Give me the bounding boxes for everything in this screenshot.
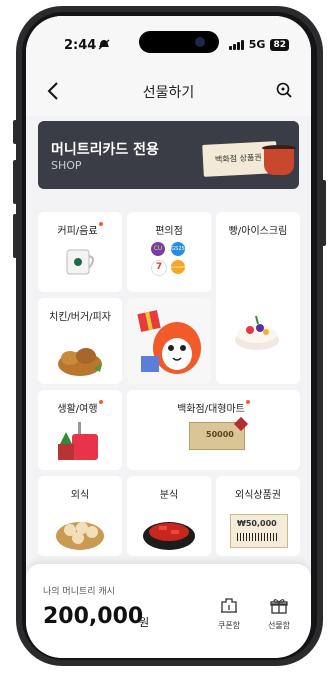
search-icon[interactable]: [275, 81, 293, 99]
phone-side-button: [13, 214, 17, 258]
category-dining-voucher[interactable]: 외식상품권 ₩50,000: [216, 476, 300, 556]
category-label: 백화점/대형마트: [177, 404, 245, 415]
barcode-icon: [237, 533, 279, 541]
category-label: 편의점: [155, 226, 183, 237]
category-label: 외식상품권: [235, 490, 281, 501]
cu-logo: CU: [151, 242, 165, 256]
coupon-box-button[interactable]: 쿠폰함: [209, 598, 249, 631]
gift-box-button[interactable]: 선물함: [259, 598, 299, 631]
emart24-logo: e-mart24: [171, 260, 185, 274]
cash-label: 나의 머니트리 캐시: [43, 587, 115, 597]
category-label: 커피/음료: [57, 226, 98, 237]
battery-icon: 82: [270, 38, 289, 51]
new-badge: [245, 400, 250, 404]
phone-side-button: [13, 120, 17, 144]
gift-box-label: 선물함: [267, 621, 291, 630]
category-snack[interactable]: 분식: [127, 476, 211, 556]
sleep-mode-icon: [98, 39, 110, 50]
category-lifestyle[interactable]: 생활/여행: [38, 390, 122, 470]
coupon-icon: [221, 598, 237, 613]
status-time: 2:44: [64, 38, 97, 53]
status-bar: 2:44 5G 82: [26, 16, 311, 66]
gift-voucher-image: 50000: [189, 416, 249, 450]
gift-icon: [270, 599, 288, 614]
new-badge: [98, 400, 103, 404]
category-label: 외식: [70, 490, 90, 501]
category-label: 빵/아이스크림: [228, 226, 288, 237]
category-label: 치킨/버거/피자: [49, 312, 111, 323]
mascot-gift-illustration: [137, 310, 201, 374]
dumplings-icon: [56, 522, 104, 550]
seven-eleven-logo: 7: [151, 260, 167, 276]
banner-subtitle: SHOP: [51, 159, 82, 172]
coffee-cup-image: [264, 149, 294, 175]
coupon-box-label: 쿠폰함: [217, 621, 241, 630]
phone-side-button: [13, 160, 17, 204]
camera-icon: [195, 37, 205, 47]
tteokbokki-icon: [143, 522, 195, 550]
category-label: 생활/여행: [57, 404, 98, 415]
header: 선물하기: [26, 66, 311, 116]
category-convenience[interactable]: 편의점 CU GS25 7 e-mart24: [127, 212, 211, 292]
new-badge: [98, 222, 103, 226]
suitcase-icon: [58, 422, 98, 460]
category-chicken[interactable]: 치킨/버거/피자: [38, 298, 122, 384]
voucher-amount: ₩50,000: [237, 519, 277, 528]
category-department[interactable]: 백화점/대형마트 50000: [127, 390, 300, 470]
category-dining[interactable]: 외식: [38, 476, 122, 556]
cash-amount: 200,000: [43, 604, 144, 629]
dining-voucher-image: ₩50,000: [230, 514, 288, 548]
voucher-amount: 50000: [206, 430, 234, 439]
screen: 2:44 5G 82 선물하기 머니트리카드 전용 SHOP 백화점 상품권 커…: [26, 16, 311, 658]
network-type: 5G: [248, 38, 266, 51]
fried-chicken-icon: [58, 348, 102, 376]
category-bakery[interactable]: 빵/아이스크림: [216, 212, 300, 384]
ribbon-icon: [233, 416, 249, 432]
status-indicators: 5G 82: [228, 38, 289, 51]
dynamic-island: [139, 31, 219, 53]
promo-banner[interactable]: 머니트리카드 전용 SHOP 백화점 상품권: [38, 121, 299, 189]
cash-bottom-sheet: 나의 머니트리 캐시 200,000 원 쿠폰함 선물함: [26, 564, 311, 658]
cake-icon: [235, 315, 279, 350]
signal-icon: [228, 39, 244, 50]
page-title: 선물하기: [142, 85, 195, 101]
banner-title: 머니트리카드 전용: [51, 142, 159, 158]
gs25-logo: GS25: [171, 242, 185, 256]
voucher-text: 백화점 상품권: [214, 152, 262, 165]
coffee-mug-icon: [66, 249, 94, 275]
cash-unit: 원: [139, 616, 150, 629]
phone-side-button: [322, 180, 326, 246]
category-coffee[interactable]: 커피/음료: [38, 212, 122, 292]
category-label: 분식: [159, 490, 179, 501]
mascot-promo: [127, 298, 211, 384]
